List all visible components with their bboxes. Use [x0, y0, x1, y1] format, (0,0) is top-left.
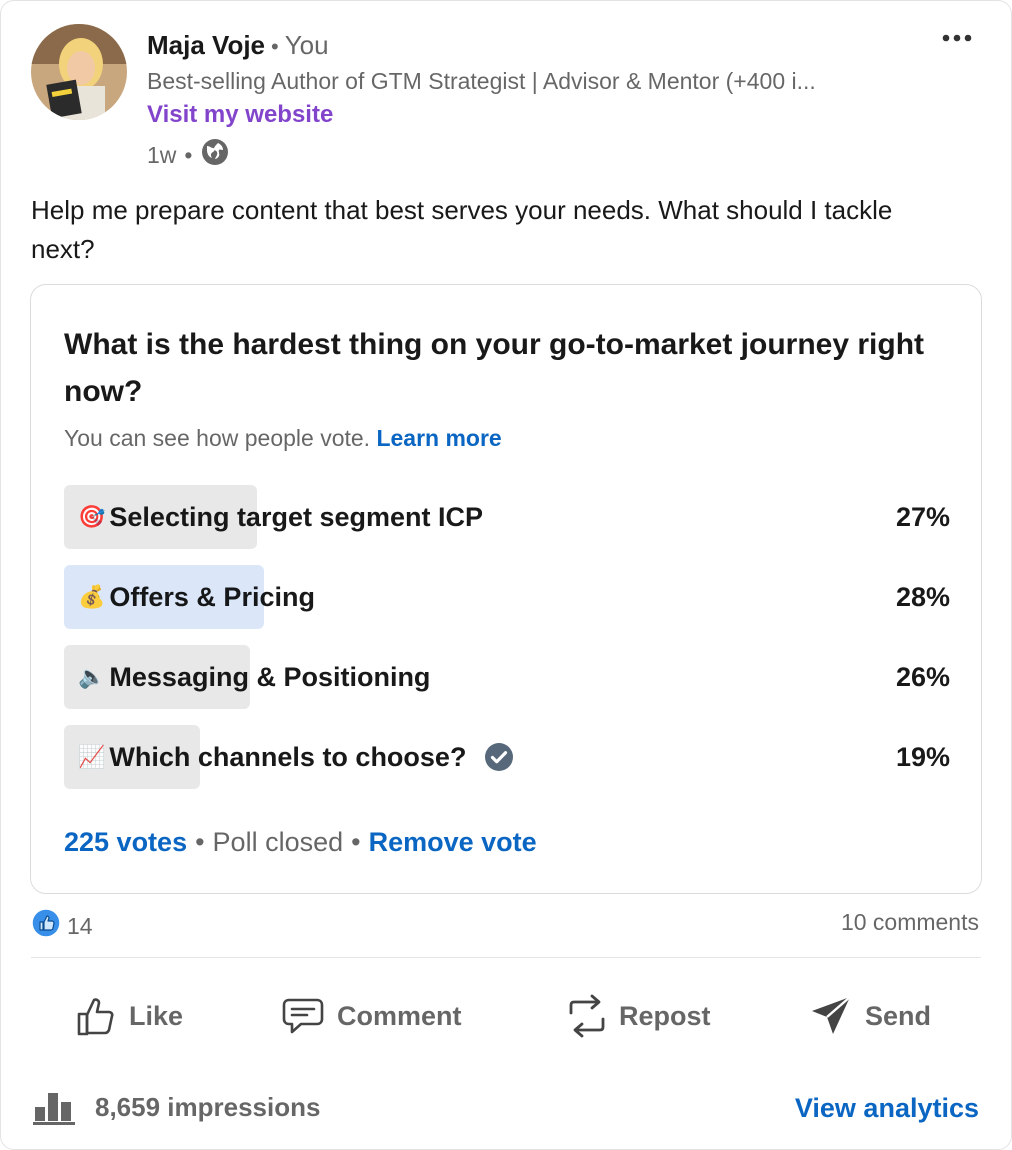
- poll-option-percent: 19%: [895, 741, 950, 772]
- poll-option-label: Which channels to choose?: [109, 741, 467, 772]
- view-analytics-link[interactable]: View analytics: [795, 1093, 979, 1124]
- repost-label: Repost: [619, 1000, 711, 1031]
- like-label: Like: [129, 1000, 184, 1031]
- post-meta: 1w •: [147, 137, 230, 173]
- separator-dot: •: [195, 827, 205, 857]
- author-name[interactable]: Maja Voje: [147, 30, 265, 60]
- poll-card: What is the hardest thing on your go-to-…: [30, 284, 982, 894]
- poll-option-label: Selecting target segment ICP: [109, 501, 484, 532]
- ellipsis-icon: [942, 34, 972, 42]
- poll-option-percent: 28%: [895, 581, 950, 612]
- poll-option: 💰 Offers & Pricing 28%: [64, 565, 950, 629]
- repost-icon: [569, 994, 605, 1038]
- poll-footer: 225 votes • Poll closed • Remove vote: [64, 825, 537, 859]
- send-button[interactable]: Send: [809, 987, 931, 1045]
- like-button[interactable]: Like: [75, 987, 183, 1045]
- verified-check-icon: [484, 742, 514, 772]
- separator-dot: •: [351, 827, 361, 857]
- remove-vote-button[interactable]: Remove vote: [369, 827, 537, 857]
- post-text: Help me prepare content that best serves…: [31, 195, 893, 264]
- reactions-summary[interactable]: 14: [31, 908, 93, 944]
- target-icon: 🎯: [78, 504, 106, 529]
- post-time: 1w: [147, 141, 177, 168]
- comment-icon: [282, 998, 324, 1034]
- impressions-count: 8,659 impressions: [95, 1091, 321, 1122]
- poll-question: What is the hardest thing on your go-to-…: [64, 328, 925, 408]
- poll-option-percent: 26%: [895, 661, 950, 692]
- reactions-count: 14: [67, 912, 93, 939]
- author-line: Maja Voje • You: [147, 27, 329, 65]
- poll-option-label: Messaging & Positioning: [109, 661, 431, 692]
- separator-dot: •: [271, 34, 279, 59]
- send-label: Send: [865, 1000, 932, 1031]
- poll-note: You can see how people vote. Learn more: [64, 423, 502, 453]
- more-options-button[interactable]: [937, 21, 977, 55]
- chart-increasing-icon: 📈: [78, 744, 106, 769]
- author-relation: You: [284, 30, 329, 60]
- poll-option-label: Offers & Pricing: [109, 581, 315, 612]
- votes-count-link[interactable]: 225 votes: [64, 827, 187, 857]
- poll-visibility-note: You can see how people vote.: [64, 425, 371, 451]
- send-icon: [812, 996, 851, 1034]
- like-reaction-icon: [31, 908, 61, 944]
- money-bag-icon: 💰: [78, 584, 106, 609]
- poll-option: 📈 Which channels to choose? 19%: [64, 725, 950, 789]
- poll-option-percent: 27%: [895, 501, 950, 532]
- visit-website-link[interactable]: Visit my website: [147, 99, 333, 131]
- poll-option: 🎯 Selecting target segment ICP 27%: [64, 485, 950, 549]
- comments-count-link[interactable]: 10 comments: [841, 909, 979, 936]
- divider: [31, 957, 981, 958]
- bar-chart-icon: [33, 1093, 75, 1125]
- poll-status: Poll closed: [212, 827, 344, 857]
- globe-icon: [200, 137, 230, 173]
- impressions-summary[interactable]: 8,659 impressions: [33, 1089, 320, 1125]
- author-headline: Best-selling Author of GTM Strategist | …: [147, 68, 816, 94]
- learn-more-link[interactable]: Learn more: [376, 425, 501, 451]
- author-avatar[interactable]: [31, 24, 127, 120]
- comment-label: Comment: [337, 1000, 462, 1031]
- repost-button[interactable]: Repost: [567, 987, 711, 1045]
- separator-dot: •: [184, 141, 193, 168]
- poll-option: 🔈 Messaging & Positioning 26%: [64, 645, 950, 709]
- speaker-icon: 🔈: [78, 664, 106, 689]
- post-card: Maja Voje • You Best-selling Author of GTM…: [0, 0, 1012, 1150]
- comment-button[interactable]: Comment: [281, 987, 462, 1045]
- thumbs-up-icon: [77, 998, 114, 1036]
